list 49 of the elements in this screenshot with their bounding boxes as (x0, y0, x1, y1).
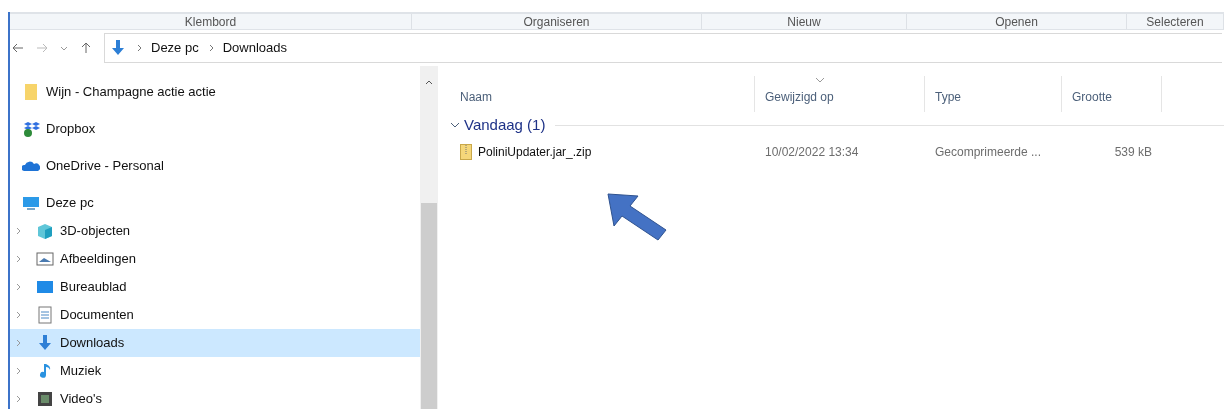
sidebar-item[interactable]: Video's (10, 385, 420, 409)
pictures-icon (36, 250, 54, 268)
sort-caret-icon (815, 77, 825, 83)
up-arrow-icon[interactable] (80, 42, 92, 54)
table-cell-text: 10/02/2022 13:34 (764, 144, 860, 161)
forward-arrow-icon[interactable] (36, 42, 48, 54)
sidebar-item[interactable]: OneDrive - Personal (10, 152, 420, 180)
column-header[interactable]: Type (925, 76, 1062, 112)
zip-file-icon (460, 144, 472, 160)
chevron-right-icon (135, 44, 143, 52)
sidebar-item[interactable]: Wijn - Champagne actie actie (10, 78, 420, 106)
group-header[interactable]: Vandaag (1) (464, 113, 546, 137)
ribbon-group-label: Klembord (184, 14, 237, 29)
film-icon (36, 390, 54, 408)
file-name: PoliniUpdater.jar_.zip (478, 144, 592, 161)
sidebar-item[interactable]: Bureaublad (10, 273, 420, 301)
scrollbar[interactable] (420, 66, 438, 409)
sidebar-item[interactable]: Downloads (10, 329, 420, 357)
sidebar-item[interactable]: Muziek (10, 357, 420, 385)
download-icon (36, 334, 54, 352)
cube-icon (36, 222, 54, 240)
arrow-drawing (606, 192, 668, 242)
back-arrow-icon[interactable] (12, 42, 24, 54)
sidebar-item[interactable]: 3D-objecten (10, 217, 420, 245)
ribbon-group-label: Nieuw (787, 14, 821, 29)
chevron-down-icon[interactable] (450, 120, 460, 130)
ribbon-group-label: Openen (995, 14, 1038, 29)
table-cell-text: Gecomprimeerde ... (934, 144, 1043, 161)
computer-icon (22, 194, 40, 212)
ribbon-group-label: Organiseren (523, 14, 590, 29)
dropbox-icon (22, 120, 40, 138)
sidebar-item[interactable]: Dropbox (10, 115, 420, 143)
sidebar-item[interactable]: Afbeeldingen (10, 245, 420, 273)
document-icon (36, 306, 54, 324)
download-icon (109, 39, 127, 57)
folder-icon (22, 83, 40, 101)
chevron-down-icon[interactable] (60, 44, 68, 52)
column-header[interactable]: Gewijzigd op (755, 76, 925, 112)
ribbon-group-label: Selecteren (1146, 14, 1204, 29)
desktop-icon (36, 278, 54, 296)
table-cell-text: 539 kB (1113, 144, 1153, 161)
file-row[interactable]: PoliniUpdater.jar_.zip 10/02/2022 13:34 Gecomprimeerde ... 539 kB (450, 138, 1162, 166)
breadcrumb[interactable]: Deze pc (151, 38, 199, 58)
sidebar-item[interactable]: Deze pc (10, 189, 420, 217)
breadcrumb[interactable]: Downloads (222, 38, 288, 58)
sidebar-item[interactable]: Documenten (10, 301, 420, 329)
column-header[interactable]: Naam (450, 76, 755, 112)
address-bar[interactable]: Deze pc Downloads (104, 33, 1222, 63)
column-header[interactable]: Grootte (1062, 76, 1162, 112)
